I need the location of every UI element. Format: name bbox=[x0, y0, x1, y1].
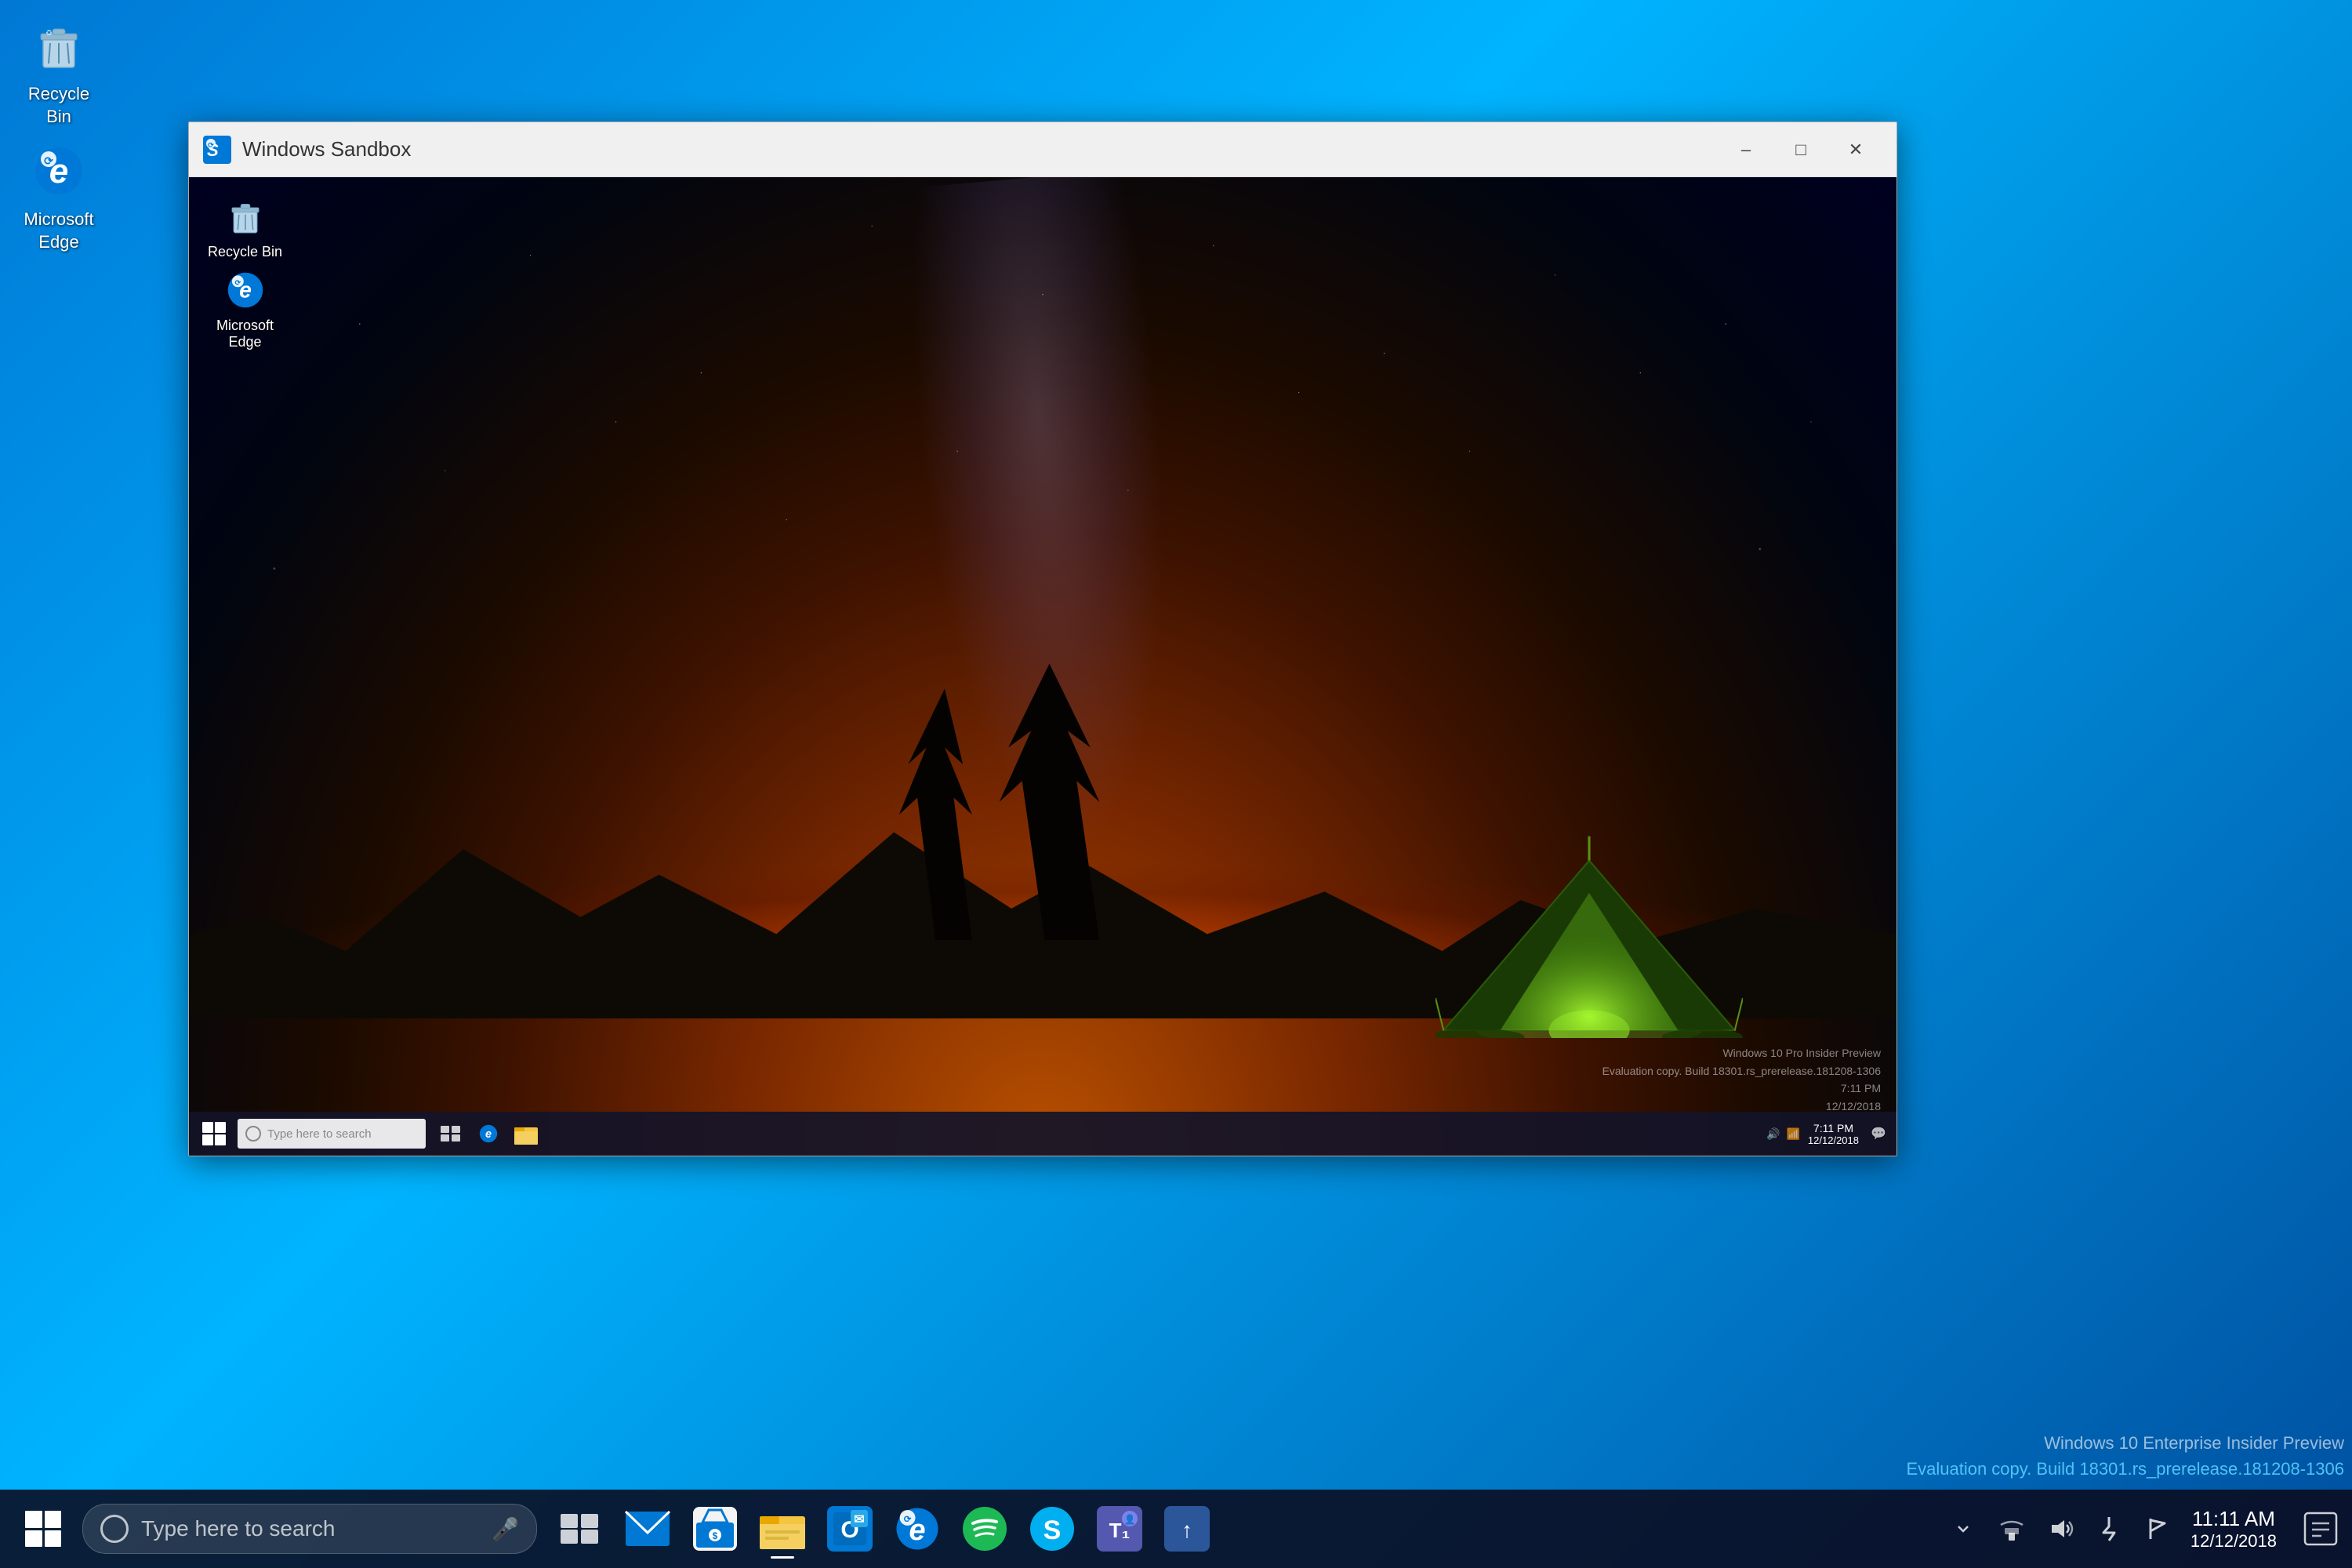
action-center-button[interactable] bbox=[2297, 1505, 2344, 1552]
sandbox-search-box[interactable]: Type here to search bbox=[238, 1119, 426, 1149]
sandbox-taskbar-right: 🔊 📶 7:11 PM 12/12/2018 💬 bbox=[1766, 1122, 1890, 1146]
taskview-button[interactable] bbox=[549, 1497, 612, 1560]
sandbox-content: Recycle Bin e ⟳ Microsoft Edge bbox=[189, 177, 1896, 1156]
flag-icon[interactable] bbox=[2137, 1508, 2178, 1549]
tree-silhouettes bbox=[872, 647, 1145, 940]
sandbox-recycle-bin-icon bbox=[222, 193, 269, 240]
recycle-bin-label: Recycle Bin bbox=[14, 83, 103, 128]
search-box[interactable]: Type here to search 🎤 bbox=[82, 1504, 537, 1554]
tent bbox=[1436, 823, 1743, 1039]
teams-button[interactable]: T₁ 👤 bbox=[1088, 1497, 1151, 1560]
sandbox-icon-recycle-bin[interactable]: Recycle Bin bbox=[200, 188, 290, 265]
sandbox-taskview-icon[interactable] bbox=[434, 1116, 468, 1151]
system-tray bbox=[1943, 1508, 2178, 1549]
svg-text:♻: ♻ bbox=[45, 29, 53, 38]
store-button[interactable]: $ bbox=[684, 1497, 746, 1560]
taskbar-icon-group: $ O ✉ bbox=[549, 1497, 1218, 1560]
system-notification-line2: Evaluation copy. Build 18301.rs_prerelea… bbox=[1906, 1456, 2344, 1482]
system-notification: Windows 10 Enterprise Insider Preview Ev… bbox=[1906, 1430, 2344, 1482]
outer-taskbar-right: 11:11 AM 12/12/2018 bbox=[1943, 1505, 2344, 1552]
svg-text:✉: ✉ bbox=[854, 1513, 864, 1526]
desktop-icon-edge[interactable]: e ⟳ Microsoft Edge bbox=[8, 133, 110, 260]
tray-overflow-button[interactable] bbox=[1943, 1508, 1984, 1549]
edge-icon: e ⟳ bbox=[27, 140, 90, 202]
sandbox-icon-edge[interactable]: e ⟳ Microsoft Edge bbox=[200, 262, 290, 355]
desktop: ♻ Recycle Bin e ⟳ Microsoft Edge S ⟳ Win… bbox=[0, 0, 2352, 1568]
minimize-button[interactable]: – bbox=[1719, 129, 1773, 171]
file-explorer-button[interactable] bbox=[751, 1497, 814, 1560]
sandbox-edge-taskbar-icon[interactable]: e bbox=[471, 1116, 506, 1151]
sandbox-windows-logo bbox=[202, 1122, 226, 1145]
search-circle-icon bbox=[100, 1515, 129, 1543]
volume-icon[interactable] bbox=[2040, 1508, 2081, 1549]
edge-label: Microsoft Edge bbox=[14, 209, 103, 253]
outlook-button[interactable]: O ✉ bbox=[818, 1497, 881, 1560]
windows-logo bbox=[25, 1511, 61, 1547]
sandbox-clock-time: 7:11 PM bbox=[1808, 1122, 1859, 1134]
sandbox-edge-icon: e ⟳ bbox=[222, 267, 269, 314]
network-icon[interactable] bbox=[1991, 1508, 2032, 1549]
skype-button[interactable]: S bbox=[1021, 1497, 1083, 1560]
svg-text:↑: ↑ bbox=[1181, 1518, 1192, 1542]
outer-clock-time: 11:11 AM bbox=[2190, 1507, 2277, 1531]
sandbox-tray-icons: 🔊 📶 bbox=[1766, 1127, 1800, 1141]
sandbox-title-text: Windows Sandbox bbox=[242, 137, 1719, 162]
recycle-bin-icon: ♻ bbox=[27, 14, 90, 77]
sandbox-taskbar-icons: e bbox=[434, 1116, 543, 1151]
sandbox-titlebar: S ⟳ Windows Sandbox – □ ✕ bbox=[189, 122, 1896, 177]
sandbox-start-button[interactable] bbox=[195, 1115, 233, 1152]
outer-taskbar: Type here to search 🎤 bbox=[0, 1490, 2352, 1568]
sandbox-search-icon bbox=[245, 1126, 261, 1142]
app-button[interactable]: ↑ bbox=[1156, 1497, 1218, 1560]
svg-text:⟳: ⟳ bbox=[44, 154, 53, 167]
svg-text:S: S bbox=[1044, 1515, 1062, 1545]
sandbox-search-text: Type here to search bbox=[267, 1127, 372, 1141]
sandbox-desktop: Recycle Bin e ⟳ Microsoft Edge bbox=[189, 177, 1896, 1156]
close-button[interactable]: ✕ bbox=[1829, 129, 1882, 171]
sandbox-taskbar: Type here to search bbox=[189, 1112, 1896, 1156]
sandbox-tray-1: 🔊 bbox=[1766, 1127, 1780, 1141]
outer-clock[interactable]: 11:11 AM 12/12/2018 bbox=[2190, 1507, 2277, 1552]
titlebar-buttons: – □ ✕ bbox=[1719, 129, 1882, 171]
start-button[interactable] bbox=[8, 1494, 78, 1564]
search-placeholder-text: Type here to search bbox=[141, 1516, 335, 1541]
desktop-icon-recycle-bin[interactable]: ♻ Recycle Bin bbox=[8, 8, 110, 134]
sandbox-tray-2: 📶 bbox=[1786, 1127, 1799, 1141]
maximize-button[interactable]: □ bbox=[1774, 129, 1828, 171]
microphone-icon: 🎤 bbox=[492, 1516, 519, 1542]
svg-text:e: e bbox=[485, 1128, 492, 1141]
edge-taskbar-button[interactable]: e ⟳ bbox=[886, 1497, 949, 1560]
sandbox-window: S ⟳ Windows Sandbox – □ ✕ bbox=[188, 122, 1897, 1156]
spotify-button[interactable] bbox=[953, 1497, 1016, 1560]
svg-text:⟳: ⟳ bbox=[234, 278, 241, 286]
sandbox-edge-label: Microsoft Edge bbox=[205, 318, 285, 350]
sandbox-notification-icon[interactable]: 💬 bbox=[1867, 1122, 1890, 1145]
svg-text:⟳: ⟳ bbox=[208, 141, 214, 149]
svg-text:⟳: ⟳ bbox=[904, 1515, 913, 1525]
sandbox-title-icon: S ⟳ bbox=[203, 136, 231, 164]
svg-text:👤: 👤 bbox=[1124, 1514, 1136, 1525]
sandbox-clock-date: 12/12/2018 bbox=[1808, 1134, 1859, 1146]
power-icon[interactable] bbox=[2089, 1508, 2129, 1549]
outer-clock-date: 12/12/2018 bbox=[2190, 1531, 2277, 1552]
sandbox-recycle-bin-label: Recycle Bin bbox=[208, 244, 282, 260]
svg-text:$: $ bbox=[713, 1530, 718, 1541]
sandbox-explorer-taskbar-icon[interactable] bbox=[509, 1116, 543, 1151]
mail-button[interactable] bbox=[616, 1497, 679, 1560]
system-notification-line1: Windows 10 Enterprise Insider Preview bbox=[1906, 1430, 2344, 1456]
sandbox-clock[interactable]: 7:11 PM 12/12/2018 bbox=[1808, 1122, 1859, 1146]
